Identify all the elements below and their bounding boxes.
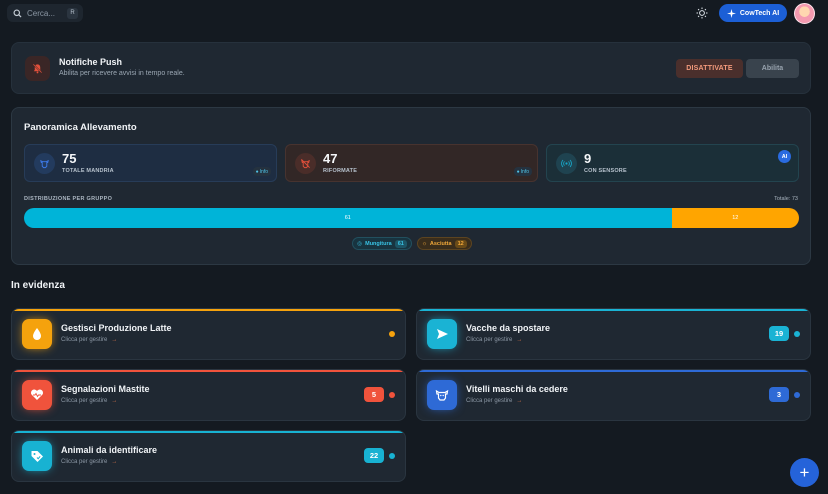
card-subtitle-text: Clicca per gestire bbox=[61, 337, 108, 343]
stat-label: CON SENSORE bbox=[584, 168, 627, 174]
card-count-badge: 3 bbox=[769, 387, 789, 402]
dry-icon: ☼ bbox=[421, 240, 427, 247]
status-dot bbox=[794, 331, 800, 337]
info-badge[interactable]: ● Info bbox=[252, 167, 271, 176]
search-icon bbox=[13, 8, 22, 18]
card-subtitle-text: Clicca per gestire bbox=[61, 398, 108, 404]
status-dot bbox=[389, 453, 395, 459]
legend-count: 12 bbox=[454, 239, 467, 248]
ai-badge[interactable]: AI bbox=[778, 150, 791, 163]
featured-card-vitelli-maschi-da-cedere[interactable]: Vitelli maschi da cedere Clicca per gesti… bbox=[416, 369, 811, 421]
featured-card-animali-da-identificare[interactable]: Animali da identificare Clicca per gestir… bbox=[11, 430, 406, 482]
card-title: Vitelli maschi da cedere bbox=[466, 384, 568, 394]
stat-value: 75 bbox=[62, 151, 77, 166]
user-avatar[interactable] bbox=[794, 3, 815, 24]
status-dot bbox=[389, 331, 395, 337]
card-title: Segnalazioni Mastite bbox=[61, 384, 150, 394]
theme-toggle-sun-icon[interactable] bbox=[696, 7, 708, 19]
distribution-total: Totale: 73 bbox=[774, 196, 798, 202]
arrow-right-icon: → bbox=[111, 398, 118, 404]
overview-title: Panoramica Allevamento bbox=[24, 122, 137, 133]
stat-value: 9 bbox=[584, 151, 592, 166]
status-dot bbox=[794, 392, 800, 398]
featured-card-gestisci-produzione-latte[interactable]: Gestisci Produzione Latte Clicca per gest… bbox=[11, 308, 406, 360]
card-subtitle: Clicca per gestire → bbox=[61, 459, 117, 465]
info-label: Info bbox=[259, 168, 268, 175]
stat-culled[interactable]: 47 RIFORMATE ● Info bbox=[285, 144, 538, 182]
info-icon: ● bbox=[255, 168, 259, 175]
stat-value: 47 bbox=[323, 151, 338, 166]
card-subtitle: Clicca per gestire → bbox=[61, 337, 117, 343]
featured-card-vacche-da-spostare[interactable]: Vacche da spostare Clicca per gestire → 19 bbox=[416, 308, 811, 360]
legend-chip-asciutta[interactable]: ☼ Asciutta 12 bbox=[416, 237, 472, 250]
card-title: Vacche da spostare bbox=[466, 323, 551, 333]
notification-subtitle: Abilita per ricevere avvisi in tempo rea… bbox=[59, 70, 185, 77]
arrow-right-icon: → bbox=[111, 459, 118, 465]
add-fab-button[interactable]: + bbox=[790, 458, 819, 487]
enable-notifications-button[interactable]: Abilita bbox=[746, 59, 799, 78]
distribution-label: DISTRIBUZIONE PER GRUPPO bbox=[24, 196, 113, 202]
cowtech-ai-button[interactable]: CowTech AI bbox=[719, 4, 787, 22]
distribution-segment-asciutta[interactable]: 12 bbox=[671, 208, 799, 228]
status-dot bbox=[389, 392, 395, 398]
cow-icon bbox=[427, 380, 457, 410]
herd-overview-card: Panoramica Allevamento 75 TOTALE MANDRIA… bbox=[11, 107, 811, 265]
top-bar: Cerca... R CowTech AI bbox=[0, 0, 828, 28]
notification-title: Notifiche Push bbox=[59, 57, 123, 67]
search-placeholder: Cerca... bbox=[27, 8, 56, 18]
legend-label: Asciutta bbox=[429, 240, 452, 247]
send-arrow-icon bbox=[427, 319, 457, 349]
culled-icon bbox=[295, 153, 316, 174]
card-count-badge: 19 bbox=[769, 326, 789, 341]
tag-icon bbox=[22, 441, 52, 471]
legend-count: 61 bbox=[394, 239, 407, 248]
card-count-badge: 5 bbox=[364, 387, 384, 402]
ai-button-label: CowTech AI bbox=[739, 9, 780, 17]
card-subtitle: Clicca per gestire → bbox=[466, 337, 522, 343]
card-count-badge: 22 bbox=[364, 448, 384, 463]
distribution-segment-mungitura[interactable]: 61 bbox=[24, 208, 672, 228]
distribution-legend: ◎ Mungitura 61 ☼ Asciutta 12 bbox=[12, 237, 812, 250]
legend-chip-mungitura[interactable]: ◎ Mungitura 61 bbox=[352, 237, 412, 250]
legend-label: Mungitura bbox=[365, 240, 392, 247]
search-input[interactable]: Cerca... R bbox=[7, 4, 83, 22]
featured-card-segnalazioni-mastite[interactable]: Segnalazioni Mastite Clicca per gestire → 5 bbox=[11, 369, 406, 421]
card-title: Animali da identificare bbox=[61, 445, 158, 455]
stat-with-sensor[interactable]: 9 CON SENSORE AI bbox=[546, 144, 799, 182]
stat-label: RIFORMATE bbox=[323, 168, 358, 174]
milk-drop-icon bbox=[22, 319, 52, 349]
info-badge[interactable]: ● Info bbox=[513, 167, 532, 176]
card-subtitle-text: Clicca per gestire bbox=[61, 459, 108, 465]
card-title: Gestisci Produzione Latte bbox=[61, 323, 172, 333]
heart-pulse-icon bbox=[22, 380, 52, 410]
stat-total-herd[interactable]: 75 TOTALE MANDRIA ● Info bbox=[24, 144, 277, 182]
card-subtitle: Clicca per gestire → bbox=[61, 398, 117, 404]
arrow-right-icon: → bbox=[111, 337, 118, 343]
info-label: Info bbox=[520, 168, 529, 175]
featured-section-title: In evidenza bbox=[11, 280, 65, 291]
arrow-right-icon: → bbox=[516, 337, 523, 343]
notifications-disabled-button[interactable]: DISATTIVATE bbox=[676, 59, 743, 78]
milking-icon: ◎ bbox=[357, 240, 363, 247]
stat-label: TOTALE MANDRIA bbox=[62, 168, 114, 174]
sparkle-icon bbox=[726, 8, 736, 18]
search-shortcut-key: R bbox=[67, 7, 78, 19]
card-subtitle-text: Clicca per gestire bbox=[466, 398, 513, 404]
herd-icon bbox=[34, 153, 55, 174]
arrow-right-icon: → bbox=[516, 398, 523, 404]
card-subtitle-text: Clicca per gestire bbox=[466, 337, 513, 343]
distribution-bar: 61 12 bbox=[24, 208, 799, 228]
sensor-icon bbox=[556, 153, 577, 174]
push-notification-card: Notifiche Push Abilita per ricevere avvi… bbox=[11, 42, 811, 94]
bell-off-icon bbox=[25, 56, 50, 81]
info-icon: ● bbox=[516, 168, 520, 175]
card-subtitle: Clicca per gestire → bbox=[466, 398, 522, 404]
